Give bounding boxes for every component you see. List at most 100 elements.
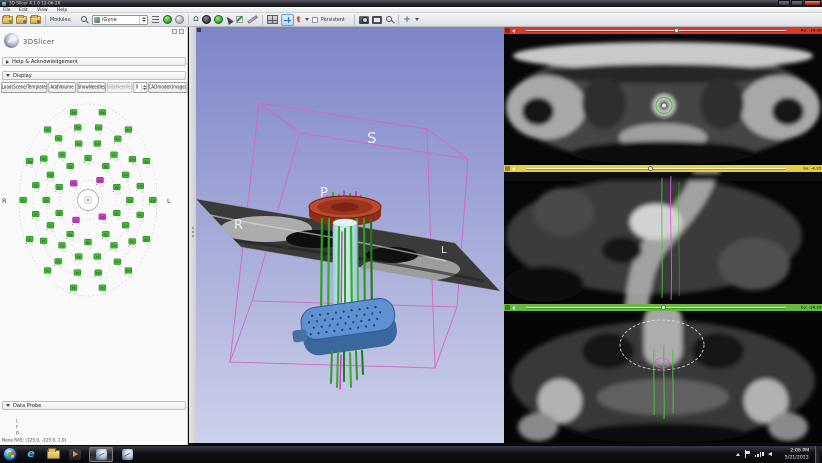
template-empty-hole[interactable] — [47, 204, 50, 207]
taskbar-ie-icon[interactable]: e — [23, 447, 39, 461]
load-scene-template-button[interactable]: Load(Scene/Template) — [1, 82, 47, 93]
save-scene-icon[interactable] — [30, 16, 41, 24]
template-empty-hole[interactable] — [98, 147, 101, 150]
module-selector-combo[interactable]: iGyne — [92, 15, 148, 25]
template-empty-hole[interactable] — [103, 292, 106, 295]
template-empty-hole[interactable] — [30, 165, 33, 168]
template-empty-hole[interactable] — [89, 246, 92, 249]
add-dropdown-arrow-icon[interactable] — [415, 18, 419, 21]
template-empty-hole[interactable] — [44, 162, 47, 165]
template-empty-hole[interactable] — [89, 162, 92, 165]
taskbar-media-icon[interactable] — [67, 447, 83, 461]
panel-splitter[interactable] — [189, 27, 196, 443]
template-empty-hole[interactable] — [106, 238, 109, 241]
template-empty-hole[interactable] — [99, 131, 102, 134]
home-module-icon[interactable]: ⌂ — [193, 15, 199, 24]
data-probe-section-header[interactable]: Data Probe — [2, 401, 186, 410]
template-empty-hole[interactable] — [63, 249, 66, 252]
template-empty-hole[interactable] — [126, 179, 129, 182]
show-desktop-button[interactable] — [815, 446, 820, 463]
taskbar-app-icon[interactable] — [119, 447, 135, 461]
cad-model-button[interactable]: CADmodel(Image) — [148, 82, 188, 93]
scene-module-icon[interactable] — [214, 15, 223, 24]
template-empty-hole[interactable] — [51, 179, 54, 182]
template-empty-hole[interactable] — [36, 189, 39, 192]
template-empty-hole[interactable] — [24, 204, 27, 207]
menu-help[interactable]: Help — [57, 7, 67, 12]
crosshair-button[interactable] — [281, 14, 294, 26]
template-empty-hole[interactable] — [59, 265, 62, 268]
template-empty-hole[interactable] — [74, 187, 77, 190]
template-empty-hole[interactable] — [74, 116, 77, 119]
coronal-mri-image[interactable] — [504, 311, 822, 443]
slice-menu-icon[interactable] — [512, 306, 515, 310]
network-icon[interactable] — [755, 451, 762, 457]
menu-edit[interactable]: Edit — [19, 7, 28, 12]
template-empty-hole[interactable] — [129, 133, 132, 136]
template-empty-hole[interactable] — [147, 165, 150, 168]
template-empty-hole[interactable] — [51, 229, 54, 232]
threed-view-canvas[interactable]: R L — [196, 27, 504, 443]
spinbox-arrows-icon[interactable] — [141, 84, 147, 92]
close-button[interactable] — [804, 0, 821, 6]
template-empty-hole[interactable] — [63, 159, 66, 162]
template-empty-hole[interactable] — [48, 133, 51, 136]
ruler-icon[interactable] — [247, 15, 257, 23]
minimize-button[interactable] — [778, 0, 790, 6]
template-empty-hole[interactable] — [74, 292, 77, 295]
template-empty-hole[interactable] — [79, 147, 82, 150]
template-empty-hole[interactable] — [130, 204, 133, 207]
needle-template-diagram[interactable]: AaAbAcAdBaBbBcBdBeBfBgBhBiBjCaCbCcCdCeCf… — [0, 97, 188, 329]
pin-icon[interactable] — [505, 305, 510, 310]
scene-view-icon[interactable] — [372, 16, 382, 24]
mouse-interact-icon[interactable] — [224, 15, 234, 25]
slice-offset-slider[interactable] — [526, 30, 786, 31]
template-empty-hole[interactable] — [78, 131, 81, 134]
magnify-icon[interactable] — [385, 15, 394, 24]
template-empty-hole[interactable] — [30, 243, 33, 246]
extensions-icon[interactable] — [202, 15, 211, 24]
threed-view[interactable]: R L — [196, 27, 504, 443]
maximize-button[interactable] — [791, 0, 803, 6]
panel-float-icon[interactable] — [172, 29, 177, 34]
template-empty-hole[interactable] — [117, 217, 120, 220]
axial-mri-image[interactable] — [504, 34, 822, 165]
template-empty-hole[interactable] — [117, 191, 120, 194]
view-pin-icon[interactable] — [197, 28, 201, 32]
template-empty-hole[interactable] — [133, 163, 136, 166]
layout-selector-icon[interactable] — [267, 15, 278, 24]
red-slice-view[interactable]: Ax: -14.38 — [504, 27, 822, 165]
slice-menu-icon[interactable] — [512, 167, 515, 171]
template-empty-hole[interactable] — [103, 221, 106, 224]
template-empty-hole[interactable] — [118, 266, 121, 269]
template-empty-hole[interactable] — [101, 184, 104, 187]
fiducial-marker-icon[interactable]: t — [297, 15, 301, 25]
template-empty-hole[interactable] — [141, 219, 144, 222]
display-section-header[interactable]: Display — [2, 71, 186, 80]
template-empty-hole[interactable] — [153, 204, 156, 207]
template-empty-hole[interactable] — [77, 224, 80, 227]
load-dicom-icon[interactable] — [16, 16, 27, 24]
module-search-icon[interactable] — [80, 15, 89, 24]
pin-icon[interactable] — [505, 28, 510, 33]
template-empty-hole[interactable] — [133, 245, 136, 248]
template-empty-hole[interactable] — [103, 116, 106, 119]
template-empty-hole[interactable] — [106, 170, 109, 173]
template-empty-hole[interactable] — [98, 260, 101, 263]
window-titlebar[interactable]: 3D Slicer 4.1.0 12-06-26 — [0, 0, 822, 7]
taskbar-slicer-active-button[interactable] — [89, 447, 113, 462]
slice-offset-slider[interactable] — [526, 168, 786, 169]
fiducial-dropdown-icon[interactable] — [305, 18, 309, 21]
add-volume-button[interactable]: AddVolume — [48, 82, 76, 93]
template-empty-hole[interactable] — [60, 217, 63, 220]
show-needles-button[interactable]: ShowNeedles — [77, 82, 106, 93]
pin-icon[interactable] — [505, 166, 510, 171]
action-center-flag-icon[interactable] — [744, 450, 751, 458]
slider-handle[interactable] — [648, 166, 653, 171]
template-empty-hole[interactable] — [147, 243, 150, 246]
template-empty-hole[interactable] — [126, 229, 129, 232]
module-history-icon[interactable] — [152, 16, 159, 17]
template-empty-hole[interactable] — [79, 260, 82, 263]
template-empty-hole[interactable] — [48, 274, 51, 277]
needle-count-spinbox[interactable]: 0 — [133, 82, 147, 93]
